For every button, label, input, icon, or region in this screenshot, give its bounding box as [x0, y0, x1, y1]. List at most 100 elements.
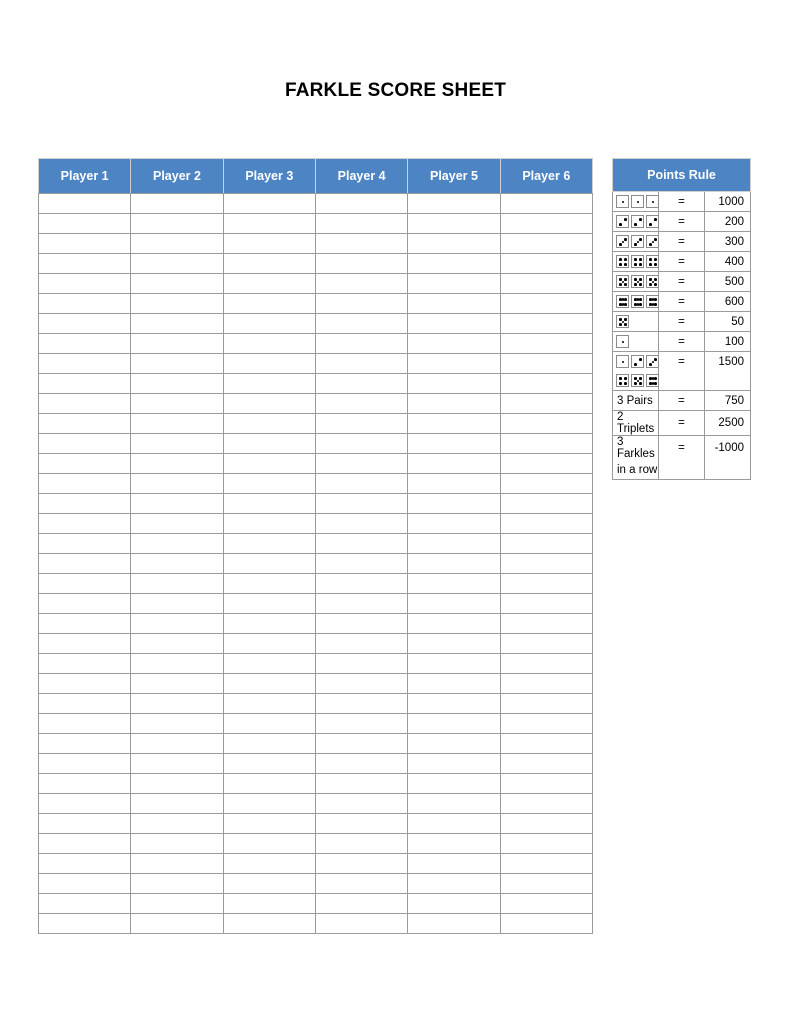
score-cell[interactable]	[407, 593, 501, 614]
score-cell[interactable]	[499, 833, 594, 854]
score-cell[interactable]	[222, 553, 316, 574]
score-cell[interactable]	[407, 493, 501, 514]
score-cell[interactable]	[314, 273, 409, 294]
score-cell[interactable]	[222, 213, 316, 234]
score-cell[interactable]	[314, 373, 409, 394]
score-cell[interactable]	[37, 353, 132, 374]
score-cell[interactable]	[499, 193, 594, 214]
score-cell[interactable]	[37, 653, 132, 674]
score-cell[interactable]	[499, 913, 594, 934]
score-cell[interactable]	[130, 393, 224, 414]
score-cell[interactable]	[314, 493, 409, 514]
score-cell[interactable]	[314, 393, 409, 414]
score-cell[interactable]	[407, 693, 501, 714]
score-cell[interactable]	[314, 813, 409, 834]
score-cell[interactable]	[130, 593, 224, 614]
score-cell[interactable]	[407, 913, 501, 934]
score-cell[interactable]	[314, 533, 409, 554]
score-cell[interactable]	[314, 753, 409, 774]
score-cell[interactable]	[407, 213, 501, 234]
score-cell[interactable]	[499, 873, 594, 894]
score-cell[interactable]	[499, 273, 594, 294]
score-cell[interactable]	[130, 373, 224, 394]
score-cell[interactable]	[499, 613, 594, 634]
score-cell[interactable]	[37, 533, 132, 554]
score-cell[interactable]	[499, 333, 594, 354]
score-cell[interactable]	[314, 833, 409, 854]
score-cell[interactable]	[130, 553, 224, 574]
score-cell[interactable]	[37, 273, 132, 294]
score-cell[interactable]	[130, 333, 224, 354]
score-cell[interactable]	[499, 673, 594, 694]
score-cell[interactable]	[222, 853, 316, 874]
score-cell[interactable]	[499, 373, 594, 394]
score-cell[interactable]	[222, 393, 316, 414]
score-cell[interactable]	[222, 773, 316, 794]
score-cell[interactable]	[407, 353, 501, 374]
score-cell[interactable]	[37, 833, 132, 854]
score-cell[interactable]	[222, 193, 316, 214]
score-cell[interactable]	[130, 753, 224, 774]
score-cell[interactable]	[499, 813, 594, 834]
score-cell[interactable]	[499, 213, 594, 234]
score-cell[interactable]	[407, 833, 501, 854]
score-cell[interactable]	[37, 313, 132, 334]
score-cell[interactable]	[130, 573, 224, 594]
score-cell[interactable]	[314, 513, 409, 534]
score-cell[interactable]	[130, 893, 224, 914]
score-cell[interactable]	[407, 413, 501, 434]
score-cell[interactable]	[130, 713, 224, 734]
score-cell[interactable]	[37, 873, 132, 894]
score-cell[interactable]	[130, 653, 224, 674]
score-cell[interactable]	[499, 533, 594, 554]
score-cell[interactable]	[37, 233, 132, 254]
score-cell[interactable]	[37, 853, 132, 874]
score-cell[interactable]	[499, 353, 594, 374]
score-cell[interactable]	[130, 833, 224, 854]
score-cell[interactable]	[130, 513, 224, 534]
score-cell[interactable]	[130, 473, 224, 494]
score-cell[interactable]	[314, 333, 409, 354]
score-cell[interactable]	[37, 213, 132, 234]
score-cell[interactable]	[37, 633, 132, 654]
score-cell[interactable]	[407, 793, 501, 814]
score-cell[interactable]	[407, 633, 501, 654]
score-cell[interactable]	[407, 713, 501, 734]
score-cell[interactable]	[222, 633, 316, 654]
score-cell[interactable]	[130, 413, 224, 434]
score-cell[interactable]	[499, 313, 594, 334]
score-cell[interactable]	[499, 793, 594, 814]
score-cell[interactable]	[314, 593, 409, 614]
score-cell[interactable]	[499, 593, 594, 614]
score-cell[interactable]	[499, 653, 594, 674]
score-cell[interactable]	[499, 853, 594, 874]
score-cell[interactable]	[314, 473, 409, 494]
score-cell[interactable]	[499, 253, 594, 274]
score-cell[interactable]	[314, 293, 409, 314]
score-cell[interactable]	[407, 293, 501, 314]
score-cell[interactable]	[314, 193, 409, 214]
score-cell[interactable]	[314, 693, 409, 714]
score-cell[interactable]	[222, 513, 316, 534]
score-cell[interactable]	[314, 613, 409, 634]
score-cell[interactable]	[499, 293, 594, 314]
score-cell[interactable]	[130, 453, 224, 474]
score-cell[interactable]	[222, 873, 316, 894]
score-cell[interactable]	[37, 613, 132, 634]
score-cell[interactable]	[499, 893, 594, 914]
score-cell[interactable]	[130, 793, 224, 814]
score-cell[interactable]	[407, 733, 501, 754]
score-cell[interactable]	[222, 893, 316, 914]
score-cell[interactable]	[407, 313, 501, 334]
score-cell[interactable]	[499, 493, 594, 514]
score-cell[interactable]	[407, 573, 501, 594]
score-cell[interactable]	[222, 333, 316, 354]
score-cell[interactable]	[222, 413, 316, 434]
score-cell[interactable]	[222, 373, 316, 394]
score-cell[interactable]	[407, 813, 501, 834]
score-cell[interactable]	[37, 673, 132, 694]
score-cell[interactable]	[130, 533, 224, 554]
score-cell[interactable]	[499, 713, 594, 734]
score-cell[interactable]	[499, 693, 594, 714]
score-cell[interactable]	[222, 753, 316, 774]
